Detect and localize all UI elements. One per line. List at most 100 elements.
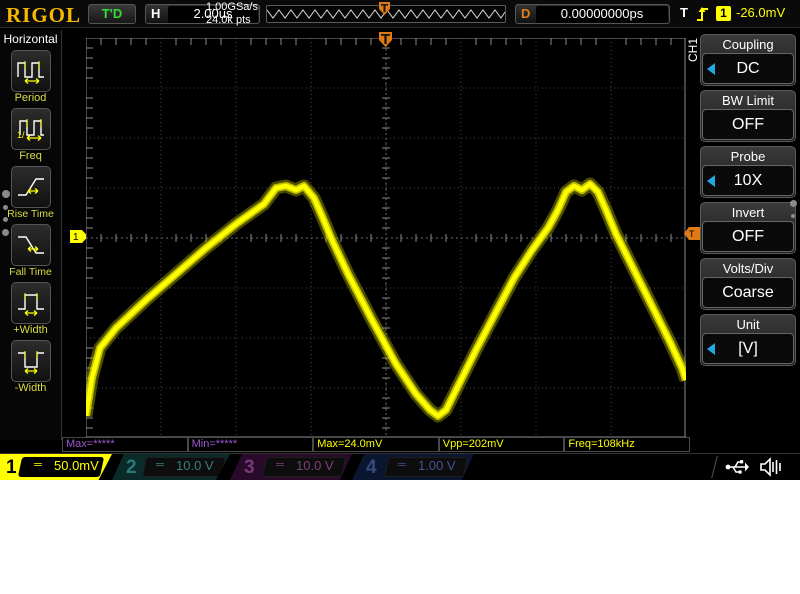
dc-coupling-icon: ═ — [34, 459, 42, 471]
sidebar-item-period[interactable]: Period — [0, 50, 61, 104]
volts-div-value-text: Coarse — [722, 284, 774, 301]
channel-4-status[interactable]: 4 ═ 1.00 V — [352, 454, 474, 480]
dc-coupling-icon: ═ — [156, 459, 164, 471]
page-background — [0, 480, 800, 594]
sidebar-scroll-indicator[interactable] — [2, 190, 10, 243]
graticule-grid[interactable] — [86, 38, 686, 438]
left-arrow-icon — [707, 63, 715, 75]
menu-value-unit[interactable]: [V] — [702, 333, 794, 364]
channel-3-number: 3 — [244, 457, 255, 478]
channel-1-number: 1 — [6, 457, 17, 478]
trigger-position-marker[interactable] — [379, 32, 392, 47]
speaker-mute-icon[interactable] — [759, 457, 783, 477]
sidebar-label-positive-width: +Width — [13, 324, 48, 336]
trigger-level-marker[interactable]: T — [684, 227, 700, 240]
menu-title-invert: Invert — [731, 205, 765, 220]
fall-time-measure-icon[interactable] — [10, 224, 51, 266]
trigger-label: T — [680, 5, 688, 20]
bw-limit-value-text: OFF — [732, 116, 764, 133]
measurement-item[interactable]: Min=***** — [187, 437, 314, 452]
channel-4-scale[interactable]: 1.00 V — [418, 458, 456, 473]
measure-sidebar: Horizontal Period 1/ Freq Rise Time Fall… — [0, 30, 62, 440]
sidebar-title: Horizontal — [3, 32, 58, 46]
dc-coupling-icon: ═ — [276, 459, 284, 471]
trigger-source-badge[interactable]: 1 — [716, 6, 731, 21]
svg-text:T: T — [689, 229, 695, 239]
sidebar-item-positive-width[interactable]: +Width — [0, 282, 61, 336]
channel-status-bar: 1 ═ 50.0mV 2 ═ 10.0 V 3 ═ 10.0 V 4 ═ 1.0… — [0, 453, 800, 480]
menu-value-coupling[interactable]: DC — [702, 53, 794, 84]
delay-label: D — [521, 6, 531, 21]
menu-scroll-indicator[interactable] — [790, 200, 797, 225]
trigger-info-group[interactable]: T 1 -26.0mV — [680, 4, 798, 24]
menu-value-probe[interactable]: 10X — [702, 165, 794, 196]
rigol-logo: RIGOL — [6, 3, 82, 27]
delay-value[interactable]: 0.00000000ps — [536, 6, 668, 23]
menu-value-invert[interactable]: OFF — [702, 221, 794, 252]
menu-group-probe[interactable]: Probe 10X — [700, 146, 796, 198]
menu-title-unit: Unit — [736, 317, 760, 332]
menu-title-probe: Probe — [730, 149, 766, 164]
channel-4-number: 4 — [366, 457, 377, 478]
menu-title-bw-limit: BW Limit — [722, 93, 774, 108]
channel-1-status[interactable]: 1 ═ 50.0mV — [0, 454, 112, 480]
menu-title-coupling: Coupling — [722, 37, 774, 52]
channel-menu-label: CH1 — [686, 37, 700, 62]
system-status-area — [474, 454, 800, 480]
trigger-position-mini-marker[interactable] — [379, 2, 390, 15]
measurement-item[interactable]: Vpp=202mV — [438, 437, 565, 452]
rising-edge-icon — [697, 7, 708, 21]
menu-value-volts-div[interactable]: Coarse — [702, 277, 794, 308]
channel-2-status[interactable]: 2 ═ 10.0 V — [112, 454, 230, 480]
menu-group-unit[interactable]: Unit [V] — [700, 314, 796, 366]
channel-2-scale[interactable]: 10.0 V — [176, 458, 214, 473]
channel-settings-menu: Coupling DC BW Limit OFF Probe 10X Inver… — [700, 34, 798, 440]
channel-2-number: 2 — [126, 457, 137, 478]
svg-text:1/: 1/ — [17, 130, 25, 140]
channel-1-scale[interactable]: 50.0mV — [54, 458, 99, 473]
sidebar-label-fall-time: Fall Time — [9, 266, 52, 278]
negative-width-measure-icon[interactable] — [10, 340, 51, 382]
sidebar-item-negative-width[interactable]: -Width — [0, 340, 61, 394]
sidebar-label-period: Period — [14, 92, 47, 104]
menu-group-coupling[interactable]: Coupling DC — [700, 34, 796, 86]
rise-time-measure-icon[interactable] — [10, 166, 51, 208]
menu-group-invert[interactable]: Invert OFF — [700, 202, 796, 254]
sidebar-item-freq[interactable]: 1/ Freq — [0, 108, 61, 162]
sample-rate-value: 1.00GSa/s — [206, 1, 258, 13]
measurement-item[interactable]: Freq=108kHz — [564, 437, 690, 452]
delay-group[interactable]: D 0.00000000ps — [515, 4, 670, 24]
probe-value-text: 10X — [733, 172, 763, 189]
measurement-item[interactable]: Max=***** — [62, 437, 188, 452]
sidebar-label-freq: Freq — [19, 150, 42, 162]
frequency-measure-icon[interactable]: 1/ — [10, 108, 51, 150]
period-measure-icon[interactable] — [10, 50, 51, 92]
unit-value-text: [V] — [738, 340, 758, 357]
coupling-value-text: DC — [736, 60, 760, 77]
measurement-results-bar: Max=***** Min=***** Max=24.0mV Vpp=202mV… — [62, 437, 690, 453]
sidebar-label-negative-width: -Width — [14, 382, 47, 394]
waveform-display-area[interactable]: 1 T — [62, 30, 700, 440]
menu-value-bw-limit[interactable]: OFF — [702, 109, 794, 140]
menu-group-bw-limit[interactable]: BW Limit OFF — [700, 90, 796, 142]
usb-icon[interactable] — [725, 458, 749, 476]
memory-depth-value: 24.0k pts — [206, 14, 251, 26]
menu-title-volts-div: Volts/Div — [722, 261, 774, 276]
channel-3-scale[interactable]: 10.0 V — [296, 458, 334, 473]
invert-value-text: OFF — [732, 228, 764, 245]
positive-width-measure-icon[interactable] — [10, 282, 51, 324]
top-status-bar: RIGOL T'D H 2.00us 1.00GSa/s 24.0k pts D… — [0, 0, 800, 28]
left-arrow-icon — [707, 175, 715, 187]
dc-coupling-icon: ═ — [398, 459, 406, 471]
trigger-level-value[interactable]: -26.0mV — [736, 5, 785, 20]
divider — [711, 456, 718, 478]
run-status-badge[interactable]: T'D — [88, 4, 136, 24]
menu-group-volts-div[interactable]: Volts/Div Coarse — [700, 258, 796, 310]
svg-text:1: 1 — [73, 232, 79, 243]
oscilloscope-screen: RIGOL T'D H 2.00us 1.00GSa/s 24.0k pts D… — [0, 0, 800, 480]
acquisition-info: 1.00GSa/s 24.0k pts — [206, 1, 258, 27]
left-arrow-icon — [707, 343, 715, 355]
channel-3-status[interactable]: 3 ═ 10.0 V — [230, 454, 352, 480]
measurement-item[interactable]: Max=24.0mV — [313, 437, 439, 452]
horizontal-label: H — [151, 6, 161, 21]
